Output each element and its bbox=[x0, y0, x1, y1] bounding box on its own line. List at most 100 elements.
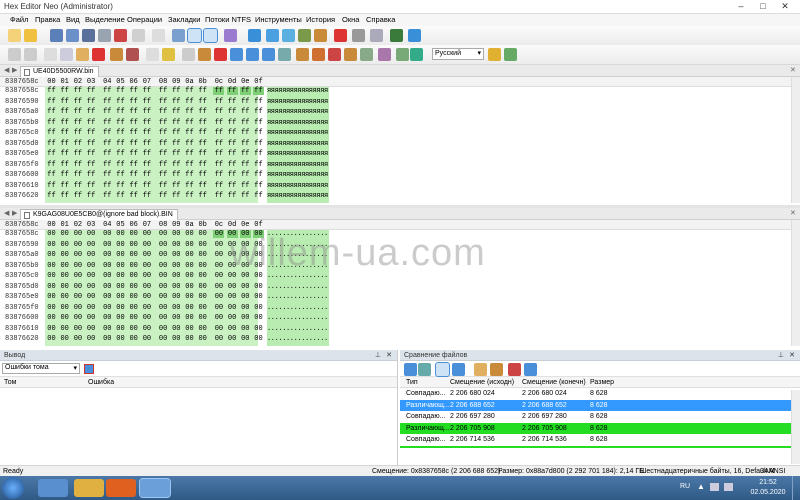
menu-history[interactable]: История bbox=[306, 15, 335, 24]
hex-byte[interactable]: ff bbox=[46, 182, 57, 190]
hex-byte[interactable]: 00 bbox=[115, 293, 126, 301]
column-error[interactable]: Ошибка bbox=[88, 379, 114, 386]
hex-byte[interactable]: ff bbox=[72, 108, 83, 116]
hex-byte[interactable]: ff bbox=[128, 108, 139, 116]
hex-byte[interactable]: 00 bbox=[128, 241, 139, 249]
taskbar-explorer-icon[interactable] bbox=[38, 479, 68, 497]
hex-byte[interactable]: 00 bbox=[141, 293, 152, 301]
hex-byte[interactable]: 00 bbox=[102, 272, 113, 280]
ascii-column[interactable]: ................ bbox=[267, 314, 329, 325]
hex-byte[interactable]: ff bbox=[72, 171, 83, 179]
hex-byte[interactable]: 00 bbox=[72, 314, 83, 322]
hex-byte[interactable]: ff bbox=[227, 129, 238, 137]
hex-byte[interactable]: 00 bbox=[102, 230, 113, 238]
hex-byte[interactable]: ff bbox=[184, 161, 195, 169]
compare-row[interactable]: Различающ...2 206 723 1642 206 723 1648 … bbox=[400, 445, 800, 448]
hex-byte[interactable]: ff bbox=[226, 87, 238, 95]
hex-byte[interactable]: 00 bbox=[240, 293, 251, 301]
hex-byte[interactable]: 00 bbox=[115, 283, 126, 291]
hex-byte[interactable]: 00 bbox=[240, 335, 251, 343]
hex-byte[interactable]: 00 bbox=[46, 314, 57, 322]
lock-icon[interactable] bbox=[328, 48, 341, 61]
close-file-icon[interactable] bbox=[114, 29, 127, 42]
hex-byte[interactable]: ff bbox=[115, 87, 126, 95]
hex-byte[interactable]: 00 bbox=[158, 335, 169, 343]
hex-row[interactable]: 838765d0 ff ff ff ff ff ff ff ff ff ff ff ff ff ff ff ff… bbox=[0, 139, 800, 150]
hex-byte[interactable]: ff bbox=[102, 87, 113, 95]
hex-byte[interactable]: 00 bbox=[115, 241, 126, 249]
hex-byte[interactable]: 00 bbox=[184, 251, 195, 259]
clock-time[interactable]: 21:52 bbox=[748, 479, 788, 486]
hex-byte[interactable]: 00 bbox=[128, 314, 139, 322]
hex-byte[interactable]: ff bbox=[253, 108, 264, 116]
hex-byte[interactable]: ff bbox=[86, 140, 97, 148]
hex-byte[interactable]: ff bbox=[128, 161, 139, 169]
hex-row[interactable]: 838765d0 00 00 00 00 00 00 00 00 00 00 00 00 00 00 00 00… bbox=[0, 282, 800, 293]
hex-byte[interactable]: 00 bbox=[253, 304, 264, 312]
pattern-icon[interactable] bbox=[296, 48, 309, 61]
clear-icon[interactable] bbox=[84, 364, 94, 374]
hex-byte[interactable]: 00 bbox=[141, 251, 152, 259]
hex-byte[interactable]: ff bbox=[240, 129, 251, 137]
hex-byte[interactable]: 00 bbox=[171, 283, 182, 291]
compare-row[interactable]: Совпадаю... 2 206 714 536 2 206 714 536 8 6… bbox=[400, 434, 800, 446]
hex-byte[interactable]: 00 bbox=[158, 293, 169, 301]
hex-byte[interactable]: 00 bbox=[213, 272, 224, 280]
hex-byte[interactable]: 00 bbox=[115, 304, 126, 312]
hex-byte[interactable]: ff bbox=[128, 98, 139, 106]
fill-icon[interactable] bbox=[110, 48, 123, 61]
hex-byte[interactable]: ff bbox=[213, 161, 224, 169]
hex-byte[interactable]: ff bbox=[197, 119, 208, 127]
hex-byte[interactable]: ff bbox=[141, 87, 152, 95]
hex-byte[interactable]: ff bbox=[46, 108, 57, 116]
hex-byte[interactable]: ff bbox=[171, 182, 182, 190]
calc-icon[interactable] bbox=[352, 29, 365, 42]
hex-byte[interactable]: ff bbox=[59, 129, 70, 137]
ascii-column[interactable]: яяяяяяяяяяяяяяяя bbox=[267, 108, 329, 119]
hex-byte[interactable]: 00 bbox=[197, 262, 208, 270]
clock-date[interactable]: 02.05.2020 bbox=[748, 489, 788, 496]
taskbar-hexeditor-icon[interactable] bbox=[139, 478, 171, 498]
hex-byte[interactable]: 00 bbox=[171, 293, 182, 301]
find-stop-icon[interactable] bbox=[214, 48, 227, 61]
hex-byte[interactable]: 00 bbox=[253, 335, 264, 343]
hex-byte[interactable]: ff bbox=[86, 171, 97, 179]
hex-byte[interactable]: ff bbox=[102, 150, 113, 158]
hex-byte[interactable]: ff bbox=[128, 140, 139, 148]
compare-row[interactable]: Различающ... 2 206 705 908 2 206 705 908 8 … bbox=[400, 422, 800, 434]
hex-byte[interactable]: 00 bbox=[171, 251, 182, 259]
hex-byte[interactable]: ff bbox=[227, 171, 238, 179]
hex-row[interactable]: 83876600 ff ff ff ff ff ff ff ff ff ff ff ff ff ff ff ff… bbox=[0, 171, 800, 182]
hex-byte[interactable]: 00 bbox=[102, 335, 113, 343]
hex-byte[interactable]: 00 bbox=[171, 272, 182, 280]
mark-icon[interactable] bbox=[182, 48, 195, 61]
hex-byte[interactable]: 00 bbox=[46, 335, 57, 343]
hex-byte[interactable]: 00 bbox=[197, 241, 208, 249]
hex-byte[interactable]: ff bbox=[86, 161, 97, 169]
save-icon[interactable] bbox=[50, 29, 63, 42]
hex-byte[interactable]: 00 bbox=[128, 251, 139, 259]
cut-icon[interactable] bbox=[44, 48, 57, 61]
hex-byte[interactable]: 00 bbox=[86, 335, 97, 343]
hex-byte[interactable]: ff bbox=[171, 129, 182, 137]
hex-byte[interactable]: 00 bbox=[184, 325, 195, 333]
vertical-scrollbar[interactable] bbox=[791, 390, 800, 464]
history-icon[interactable] bbox=[344, 48, 357, 61]
hex-byte[interactable]: ff bbox=[184, 87, 195, 95]
menu-selection[interactable]: Выделение bbox=[85, 15, 125, 24]
ascii-column[interactable]: ................ bbox=[267, 303, 329, 314]
pen-icon[interactable] bbox=[410, 48, 423, 61]
start-button-icon[interactable] bbox=[2, 477, 24, 499]
hex-byte[interactable]: ff bbox=[59, 171, 70, 179]
hex-byte[interactable]: ff bbox=[141, 192, 152, 200]
menu-help[interactable]: Справка bbox=[366, 15, 395, 24]
output-filter-select[interactable]: Ошибки тома ▾ bbox=[2, 363, 80, 374]
disabled-icon[interactable] bbox=[152, 29, 165, 42]
hex-byte[interactable]: 00 bbox=[141, 304, 152, 312]
hex-byte[interactable]: 00 bbox=[59, 230, 70, 238]
hex-byte[interactable]: ff bbox=[115, 129, 126, 137]
hex-byte[interactable]: 00 bbox=[102, 293, 113, 301]
hex-byte[interactable]: ff bbox=[46, 87, 57, 95]
hex-byte[interactable]: 00 bbox=[213, 241, 224, 249]
hex-byte[interactable]: 00 bbox=[213, 230, 225, 238]
